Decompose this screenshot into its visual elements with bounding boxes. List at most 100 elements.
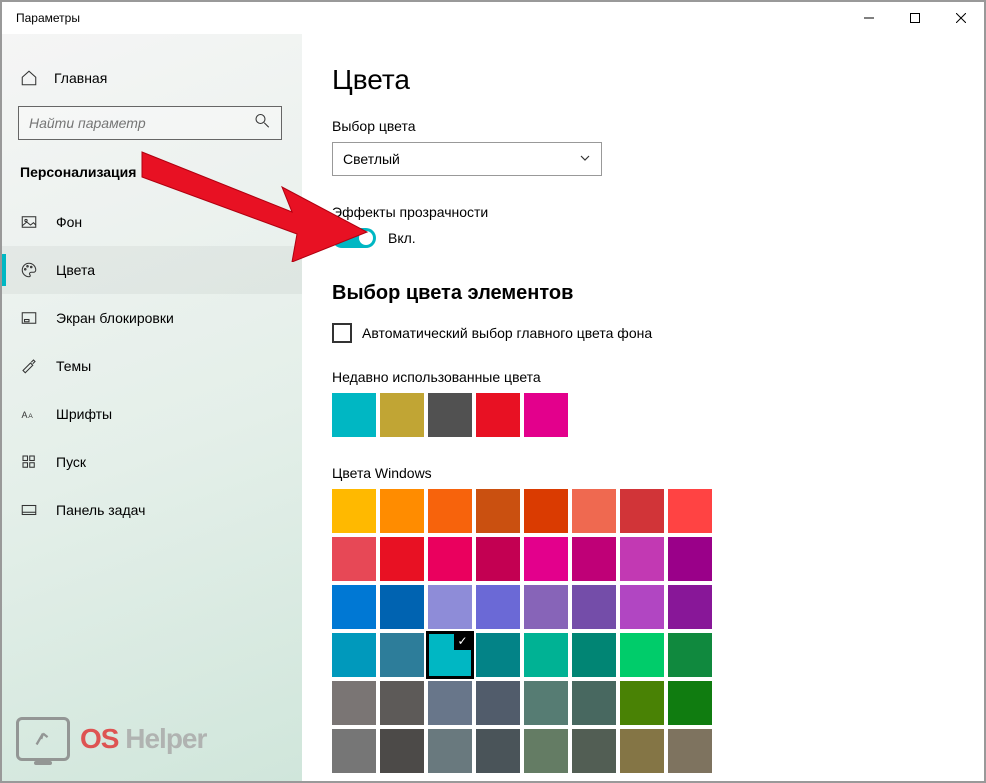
sidebar-item-lockscreen[interactable]: Экран блокировки xyxy=(2,294,302,342)
sidebar-item-background[interactable]: Фон xyxy=(2,198,302,246)
windows-color-swatch[interactable] xyxy=(572,537,616,581)
windows-color-swatch[interactable] xyxy=(524,729,568,773)
recent-color-swatch[interactable] xyxy=(428,393,472,437)
windows-color-swatch[interactable] xyxy=(668,537,712,581)
windows-color-swatch[interactable] xyxy=(668,681,712,725)
windows-color-swatch[interactable] xyxy=(476,633,520,677)
windows-color-swatch[interactable] xyxy=(668,585,712,629)
windows-color-swatch[interactable] xyxy=(620,585,664,629)
chevron-down-icon xyxy=(579,151,591,167)
search-input-container[interactable] xyxy=(18,106,282,140)
page-title: Цвета xyxy=(332,64,964,96)
windows-color-swatch[interactable] xyxy=(572,681,616,725)
auto-pick-checkbox[interactable] xyxy=(332,323,352,343)
close-button[interactable] xyxy=(938,2,984,34)
content-area: Цвета Выбор цвета Светлый Эффекты прозра… xyxy=(302,34,984,781)
transparency-toggle[interactable] xyxy=(332,228,376,248)
windows-color-swatch[interactable] xyxy=(332,681,376,725)
windows-color-swatch[interactable] xyxy=(524,681,568,725)
home-icon xyxy=(20,69,38,87)
start-icon xyxy=(20,453,38,471)
windows-color-swatch[interactable] xyxy=(476,489,520,533)
windows-colors-grid xyxy=(332,489,964,773)
windows-color-swatch[interactable] xyxy=(524,633,568,677)
themes-icon xyxy=(20,357,38,375)
windows-color-swatch[interactable] xyxy=(428,633,472,677)
windows-color-swatch[interactable] xyxy=(572,633,616,677)
sidebar-item-fonts[interactable]: AA Шрифты xyxy=(2,390,302,438)
windows-colors-label: Цвета Windows xyxy=(332,465,964,481)
windows-color-swatch[interactable] xyxy=(620,729,664,773)
windows-color-swatch[interactable] xyxy=(668,633,712,677)
windows-color-swatch[interactable] xyxy=(380,633,424,677)
windows-color-swatch[interactable] xyxy=(332,489,376,533)
windows-color-swatch[interactable] xyxy=(332,537,376,581)
windows-color-swatch[interactable] xyxy=(428,681,472,725)
windows-color-swatch[interactable] xyxy=(332,585,376,629)
toggle-state-text: Вкл. xyxy=(388,230,416,246)
recent-colors-row xyxy=(332,393,964,437)
window-title: Параметры xyxy=(16,11,80,25)
recent-colors-label: Недавно использованные цвета xyxy=(332,369,964,385)
windows-color-swatch[interactable] xyxy=(380,729,424,773)
windows-color-swatch[interactable] xyxy=(620,681,664,725)
recent-color-swatch[interactable] xyxy=(380,393,424,437)
windows-color-swatch[interactable] xyxy=(620,633,664,677)
windows-color-swatch[interactable] xyxy=(380,681,424,725)
windows-color-swatch[interactable] xyxy=(668,729,712,773)
titlebar: Параметры xyxy=(2,2,984,34)
windows-color-swatch[interactable] xyxy=(476,681,520,725)
sidebar-item-label: Шрифты xyxy=(56,406,112,422)
windows-color-swatch[interactable] xyxy=(620,489,664,533)
windows-color-swatch[interactable] xyxy=(476,537,520,581)
fonts-icon: AA xyxy=(20,405,38,423)
windows-color-swatch[interactable] xyxy=(428,537,472,581)
windows-color-swatch[interactable] xyxy=(332,729,376,773)
windows-color-swatch[interactable] xyxy=(332,633,376,677)
home-nav[interactable]: Главная xyxy=(2,58,302,98)
windows-color-swatch[interactable] xyxy=(620,537,664,581)
windows-color-swatch[interactable] xyxy=(380,537,424,581)
sidebar-item-label: Фон xyxy=(56,214,82,230)
windows-color-swatch[interactable] xyxy=(524,537,568,581)
dropdown-value: Светлый xyxy=(343,151,400,167)
search-input[interactable] xyxy=(29,115,245,131)
recent-color-swatch[interactable] xyxy=(332,393,376,437)
minimize-button[interactable] xyxy=(846,2,892,34)
windows-color-swatch[interactable] xyxy=(572,489,616,533)
search-icon xyxy=(253,112,271,135)
svg-text:A: A xyxy=(22,410,28,420)
auto-pick-label: Автоматический выбор главного цвета фона xyxy=(362,325,652,341)
windows-color-swatch[interactable] xyxy=(380,489,424,533)
sidebar-item-label: Панель задач xyxy=(56,502,145,518)
sidebar-nav: Фон Цвета Экран блокировки Темы AA Шрифт… xyxy=(2,198,302,534)
svg-text:A: A xyxy=(28,413,33,420)
windows-color-swatch[interactable] xyxy=(524,489,568,533)
maximize-button[interactable] xyxy=(892,2,938,34)
windows-color-swatch[interactable] xyxy=(524,585,568,629)
windows-color-swatch[interactable] xyxy=(476,585,520,629)
windows-color-swatch[interactable] xyxy=(572,585,616,629)
sidebar-item-themes[interactable]: Темы xyxy=(2,342,302,390)
sidebar-item-taskbar[interactable]: Панель задач xyxy=(2,486,302,534)
color-mode-dropdown[interactable]: Светлый xyxy=(332,142,602,176)
taskbar-icon xyxy=(20,501,38,519)
monitor-icon xyxy=(16,717,70,761)
watermark-os: OS xyxy=(80,723,118,754)
sidebar-item-label: Экран блокировки xyxy=(56,310,174,326)
transparency-label: Эффекты прозрачности xyxy=(332,204,964,220)
windows-color-swatch[interactable] xyxy=(668,489,712,533)
windows-color-swatch[interactable] xyxy=(428,729,472,773)
accent-heading: Выбор цвета элементов xyxy=(332,282,964,305)
palette-icon xyxy=(20,261,38,279)
windows-color-swatch[interactable] xyxy=(476,729,520,773)
windows-color-swatch[interactable] xyxy=(428,585,472,629)
recent-color-swatch[interactable] xyxy=(524,393,568,437)
sidebar-item-colors[interactable]: Цвета xyxy=(2,246,302,294)
color-choice-label: Выбор цвета xyxy=(332,118,964,134)
sidebar-item-start[interactable]: Пуск xyxy=(2,438,302,486)
windows-color-swatch[interactable] xyxy=(380,585,424,629)
windows-color-swatch[interactable] xyxy=(428,489,472,533)
recent-color-swatch[interactable] xyxy=(476,393,520,437)
windows-color-swatch[interactable] xyxy=(572,729,616,773)
